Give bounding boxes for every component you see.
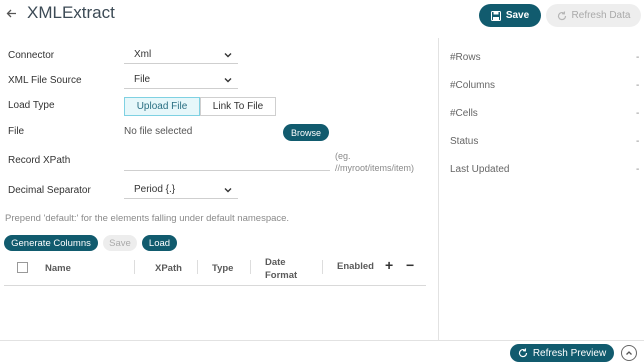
- refresh-preview-label: Refresh Preview: [532, 347, 607, 359]
- chevron-down-icon: [224, 53, 232, 58]
- column-separator: [322, 260, 323, 274]
- select-all-checkbox[interactable]: [17, 262, 28, 273]
- decimal-separator-select[interactable]: Period {.}: [124, 183, 238, 199]
- refresh-icon: [557, 10, 566, 20]
- record-xpath-label: Record XPath: [8, 155, 71, 166]
- col-date-header: Date: [265, 257, 286, 268]
- load-button[interactable]: Load: [142, 235, 177, 251]
- decimal-separator-value: Period {.}: [134, 184, 176, 195]
- browse-button[interactable]: Browse: [283, 124, 329, 141]
- stat-columns-value: -: [636, 80, 640, 91]
- col-format-header: Format: [265, 270, 298, 281]
- stat-rows-value: -: [636, 52, 640, 63]
- save-button-label: Save: [505, 10, 530, 21]
- columns-grid-header: Name XPath Type Date Format Enabled + −: [4, 253, 426, 286]
- panel-divider: [438, 38, 439, 340]
- upload-file-option[interactable]: Upload File: [124, 97, 200, 116]
- file-status: No file selected: [124, 126, 193, 137]
- stat-cells-value: -: [636, 108, 640, 119]
- save-button[interactable]: Save: [479, 4, 541, 27]
- chevron-down-icon: [224, 188, 232, 193]
- connector-label: Connector: [8, 50, 55, 61]
- load-type-toggle: Upload File Link To File: [124, 97, 276, 116]
- page-title: XMLExtract: [27, 3, 115, 22]
- column-separator: [197, 260, 198, 274]
- save-disk-icon: [490, 10, 501, 21]
- xml-file-source-value: File: [134, 74, 151, 85]
- refresh-data-label: Refresh Data: [571, 10, 631, 21]
- col-type-header: Type: [212, 263, 234, 274]
- load-type-label: Load Type: [8, 100, 55, 111]
- connector-select[interactable]: Xml: [124, 48, 238, 64]
- save-columns-button[interactable]: Save: [103, 235, 137, 251]
- refresh-data-button[interactable]: Refresh Data: [546, 4, 641, 27]
- namespace-note: Prepend 'default:' for the elements fall…: [5, 213, 290, 224]
- file-label: File: [8, 126, 25, 137]
- minus-icon[interactable]: −: [406, 257, 414, 273]
- refresh-icon: [518, 348, 527, 358]
- decimal-separator-label: Decimal Separator: [8, 185, 91, 196]
- chevron-down-icon: [224, 78, 232, 83]
- plus-icon[interactable]: +: [385, 257, 393, 273]
- back-arrow-icon[interactable]: [6, 7, 17, 22]
- stat-status-label: Status: [450, 136, 479, 147]
- stat-last-updated-label: Last Updated: [450, 164, 510, 175]
- chevron-up-icon: [626, 351, 632, 355]
- refresh-preview-button[interactable]: Refresh Preview: [510, 344, 614, 362]
- xpath-hint-line2: //myroot/items/item): [335, 163, 415, 173]
- link-to-file-option[interactable]: Link To File: [200, 97, 276, 116]
- xml-file-source-label: XML File Source: [8, 75, 82, 86]
- connector-value: Xml: [134, 49, 152, 60]
- stat-last-updated-value: -: [636, 164, 640, 175]
- stat-cells-label: #Cells: [450, 108, 478, 119]
- column-separator: [134, 260, 135, 274]
- xpath-hint-line1: (eg.: [335, 151, 351, 161]
- column-separator: [250, 260, 251, 274]
- generate-columns-button[interactable]: Generate Columns: [4, 235, 98, 251]
- stat-rows-label: #Rows: [450, 52, 481, 63]
- col-enabled-header: Enabled: [337, 261, 374, 272]
- col-xpath-header: XPath: [155, 263, 182, 274]
- xml-file-source-select[interactable]: File: [124, 73, 238, 89]
- header: XMLExtract Save Refresh Data: [0, 0, 644, 32]
- collapse-button[interactable]: [621, 345, 637, 361]
- stat-status-value: -: [636, 136, 640, 147]
- col-name-header: Name: [45, 263, 71, 274]
- stat-columns-label: #Columns: [450, 80, 496, 91]
- footer: Refresh Preview: [0, 340, 644, 364]
- record-xpath-input[interactable]: [124, 155, 330, 171]
